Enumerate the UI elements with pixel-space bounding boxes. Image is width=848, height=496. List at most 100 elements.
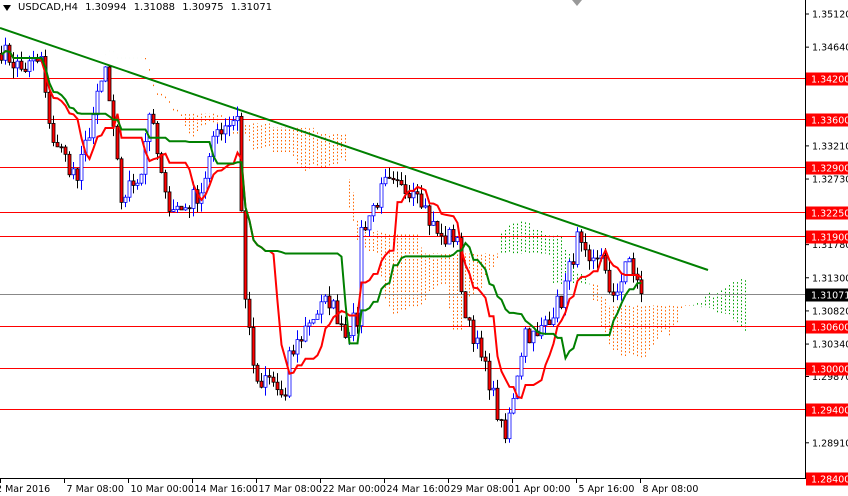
candle[interactable] — [371, 205, 376, 217]
candle[interactable] — [455, 237, 460, 243]
candle[interactable] — [475, 337, 480, 344]
candle[interactable] — [543, 319, 548, 326]
candle[interactable] — [71, 168, 76, 176]
candle[interactable] — [279, 389, 284, 396]
candle[interactable] — [579, 231, 584, 243]
candle[interactable] — [507, 412, 512, 440]
candle[interactable] — [395, 179, 400, 182]
candle[interactable] — [623, 261, 628, 283]
candle[interactable] — [31, 58, 36, 62]
candle[interactable] — [103, 66, 108, 82]
candle[interactable] — [415, 191, 420, 195]
candle[interactable] — [595, 257, 600, 260]
candle[interactable] — [27, 60, 32, 72]
candle[interactable] — [403, 184, 408, 194]
candle[interactable] — [611, 291, 616, 296]
candle[interactable] — [467, 317, 472, 321]
candle[interactable] — [383, 176, 388, 185]
candle[interactable] — [399, 180, 404, 186]
candle[interactable] — [411, 191, 416, 199]
candle[interactable] — [559, 295, 564, 308]
candle[interactable] — [315, 313, 320, 320]
candle[interactable] — [135, 182, 140, 186]
candle[interactable] — [503, 419, 508, 440]
candle[interactable] — [523, 328, 528, 357]
candle[interactable] — [519, 355, 524, 377]
candle[interactable] — [255, 364, 260, 382]
candle[interactable] — [323, 295, 328, 303]
candle[interactable] — [571, 261, 576, 265]
candle[interactable] — [607, 269, 612, 293]
candle[interactable] — [123, 196, 128, 203]
candle[interactable] — [59, 146, 64, 149]
candle[interactable] — [163, 172, 168, 193]
candle[interactable] — [391, 177, 396, 181]
candle[interactable] — [51, 123, 56, 143]
candle[interactable] — [307, 322, 312, 327]
candle[interactable] — [175, 205, 180, 211]
candle[interactable] — [447, 229, 452, 245]
candle[interactable] — [491, 387, 496, 391]
candle[interactable] — [95, 90, 100, 116]
candle[interactable] — [583, 242, 588, 251]
candle[interactable] — [419, 193, 424, 208]
candle[interactable] — [487, 360, 492, 391]
candle[interactable] — [235, 115, 240, 122]
candle[interactable] — [343, 324, 348, 338]
candle[interactable] — [215, 129, 220, 137]
scroll-marker-icon[interactable] — [572, 0, 582, 6]
candle[interactable] — [319, 301, 324, 315]
candle[interactable] — [207, 156, 212, 179]
candle[interactable] — [55, 142, 60, 148]
candle[interactable] — [47, 91, 52, 124]
candle[interactable] — [267, 375, 272, 378]
candle[interactable] — [499, 419, 504, 421]
candle[interactable] — [75, 168, 80, 181]
candle[interactable] — [551, 317, 556, 325]
candle[interactable] — [179, 205, 184, 211]
candle[interactable] — [591, 257, 596, 262]
candle[interactable] — [547, 319, 552, 325]
candle[interactable] — [615, 291, 620, 296]
candle[interactable] — [483, 356, 488, 362]
candle[interactable] — [183, 207, 188, 211]
candle[interactable] — [527, 328, 532, 344]
candle[interactable] — [107, 66, 112, 102]
candle[interactable] — [271, 376, 276, 383]
candle[interactable] — [627, 258, 632, 263]
candle[interactable] — [379, 183, 384, 208]
candle[interactable] — [619, 281, 624, 293]
candle[interactable] — [631, 258, 636, 275]
candle[interactable] — [495, 387, 500, 420]
candle[interactable] — [251, 327, 256, 366]
candle[interactable] — [471, 319, 476, 344]
candle[interactable] — [15, 60, 20, 69]
candle[interactable] — [131, 180, 136, 186]
candle[interactable] — [427, 205, 432, 226]
candle[interactable] — [375, 205, 380, 208]
candle[interactable] — [171, 209, 176, 212]
candle[interactable] — [327, 295, 332, 309]
price-chart[interactable]: 1.351201.346401.332101.327301.317801.313… — [0, 0, 848, 496]
candle[interactable] — [299, 339, 304, 342]
candle[interactable] — [367, 215, 372, 231]
candle[interactable] — [19, 60, 24, 70]
candle[interactable] — [139, 173, 144, 184]
candle[interactable] — [407, 193, 412, 199]
candle[interactable] — [247, 298, 252, 328]
candle[interactable] — [87, 137, 92, 141]
candle[interactable] — [295, 339, 300, 355]
candle[interactable] — [303, 325, 308, 342]
candle[interactable] — [63, 146, 68, 155]
candle[interactable] — [91, 114, 96, 139]
candle[interactable] — [283, 394, 288, 397]
candle[interactable] — [115, 125, 120, 160]
candle[interactable] — [227, 124, 232, 127]
candle[interactable] — [79, 153, 84, 181]
candle[interactable] — [435, 221, 440, 234]
candle[interactable] — [531, 330, 536, 344]
candle[interactable] — [119, 158, 124, 203]
candle[interactable] — [99, 80, 104, 92]
candle[interactable] — [563, 280, 568, 308]
candle[interactable] — [443, 235, 448, 245]
